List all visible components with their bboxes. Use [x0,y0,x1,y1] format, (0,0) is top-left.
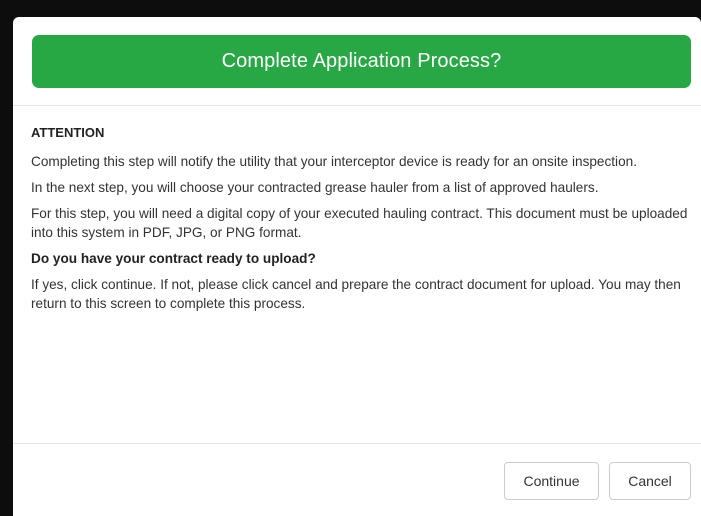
dialog-body: ATTENTION Completing this step will noti… [31,124,691,320]
hauler-paragraph: In the next step, you will choose your c… [31,180,599,195]
dialog-header: Complete Application Process? [13,17,701,106]
confirm-dialog: Complete Application Process? ATTENTION … [13,17,701,516]
dialog-footer: Continue Cancel [13,443,701,516]
contract-paragraph: For this step, you will need a digital c… [31,206,688,240]
continue-button[interactable]: Continue [504,462,599,500]
dialog-title-banner: Complete Application Process? [32,35,691,88]
dialog-title: Complete Application Process? [221,50,502,72]
contract-ready-question: Do you have your contract ready to uploa… [31,251,316,266]
instruction-paragraph: If yes, click continue. If not, please c… [31,277,681,311]
attention-heading: ATTENTION [31,125,105,140]
notify-paragraph: Completing this step will notify the uti… [31,154,637,169]
cancel-button[interactable]: Cancel [609,462,691,500]
